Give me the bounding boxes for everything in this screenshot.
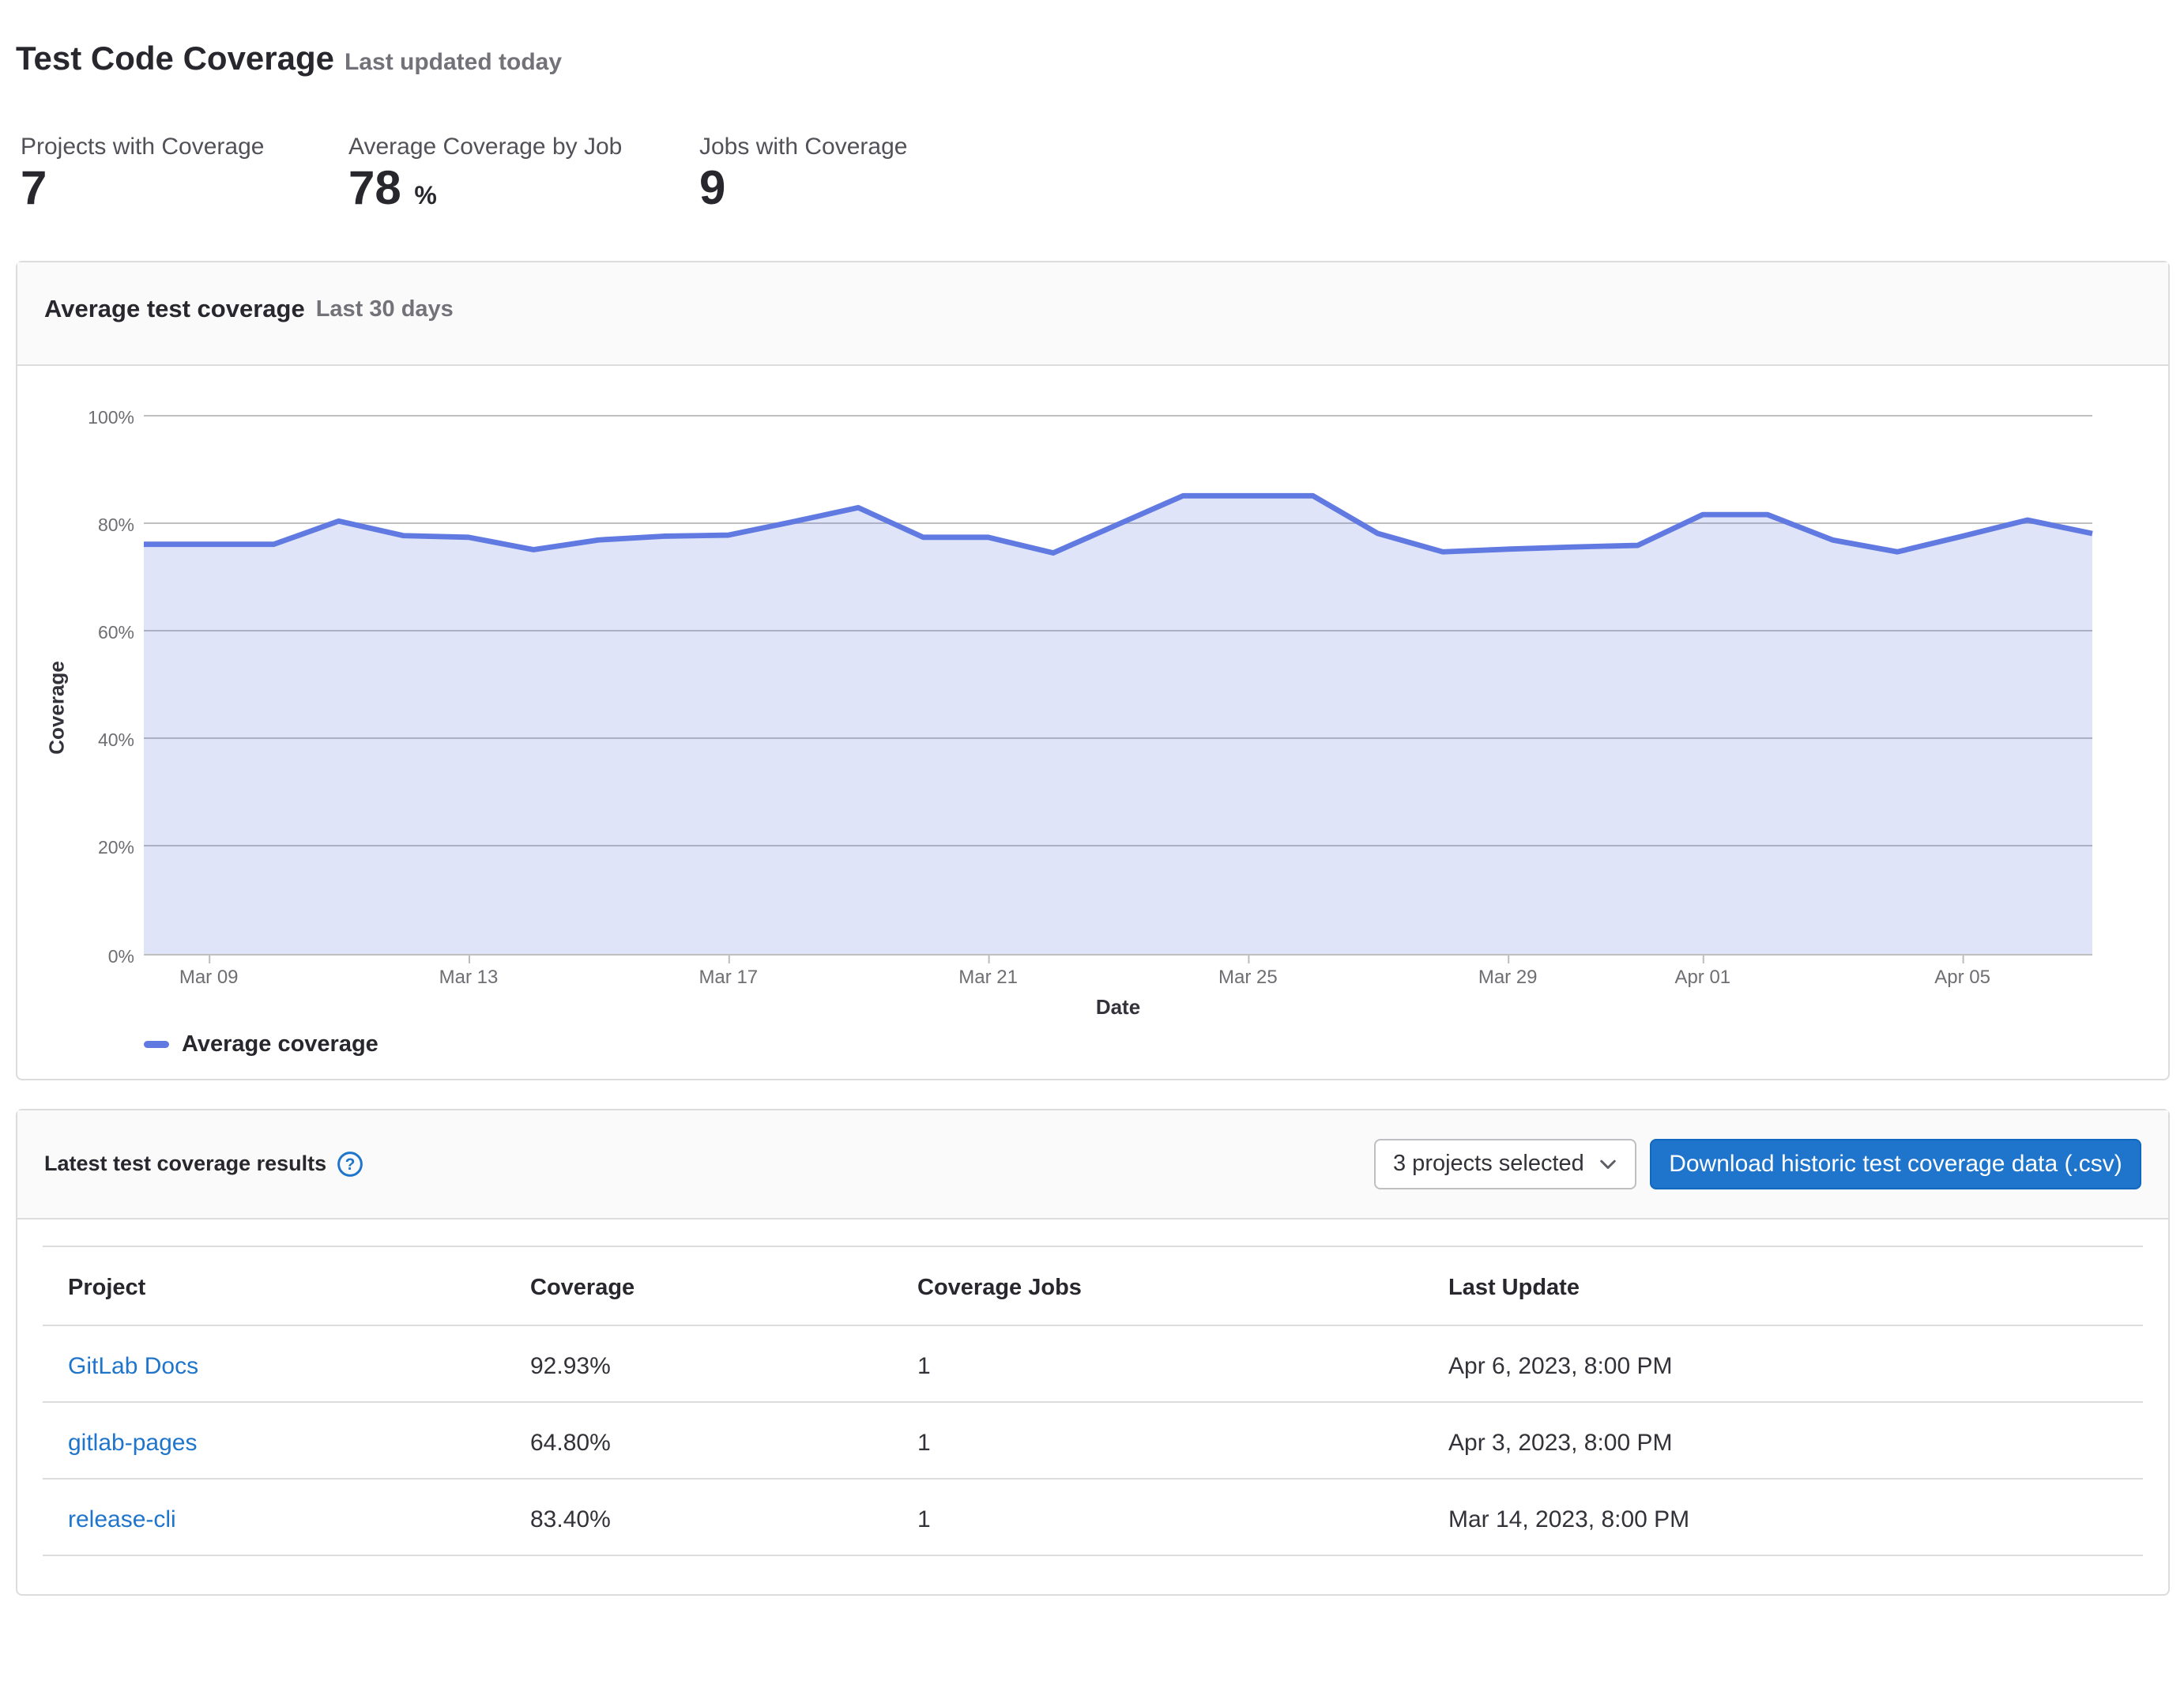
svg-text:?: ?: [345, 1155, 356, 1174]
